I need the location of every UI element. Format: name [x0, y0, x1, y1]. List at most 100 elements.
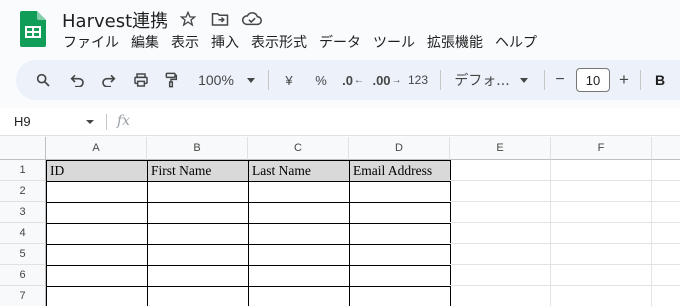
cell[interactable] [248, 265, 350, 287]
cell[interactable] [349, 202, 451, 224]
cell[interactable] [551, 202, 652, 223]
cell[interactable] [551, 244, 652, 265]
print-icon[interactable] [130, 60, 152, 100]
cell-a1[interactable]: ID [46, 160, 148, 182]
menu-help[interactable]: ヘルプ [489, 33, 543, 53]
sheets-window: Harvest連携 ファイル 編集 表示 挿入 表示形式 データ ツール 拡張機… [0, 0, 680, 306]
increase-font-size-button[interactable]: + [616, 60, 632, 100]
menu-tools[interactable]: ツール [367, 33, 421, 53]
menu-edit[interactable]: 編集 [125, 33, 165, 53]
cell[interactable] [46, 265, 148, 287]
cell[interactable] [349, 181, 451, 203]
cell[interactable] [551, 181, 652, 202]
menu-extensions[interactable]: 拡張機能 [421, 33, 489, 53]
cell[interactable] [248, 244, 350, 266]
undo-icon[interactable] [66, 60, 88, 100]
cell[interactable] [46, 286, 148, 306]
cell[interactable] [349, 286, 451, 306]
row-header[interactable]: 2 [0, 181, 46, 202]
cell[interactable] [46, 244, 148, 266]
zoom-dropdown-icon[interactable] [244, 60, 258, 100]
row-header[interactable]: 3 [0, 202, 46, 223]
select-all-corner[interactable] [0, 137, 46, 160]
currency-label: ¥ [285, 72, 293, 88]
column-header-d[interactable]: D [349, 137, 450, 160]
cell[interactable] [652, 181, 680, 202]
cell[interactable] [46, 202, 148, 224]
currency-format-button[interactable]: ¥ [280, 60, 298, 100]
cell[interactable] [147, 265, 249, 287]
cell[interactable] [450, 265, 551, 286]
column-header-f[interactable]: F [551, 137, 652, 160]
row-header[interactable]: 7 [0, 286, 46, 306]
font-size-input[interactable]: 10 [576, 68, 610, 92]
cell[interactable] [147, 244, 249, 266]
sheets-logo-icon[interactable] [20, 11, 46, 47]
increase-decimal-button[interactable]: .00 → [372, 60, 402, 100]
cell[interactable] [652, 202, 680, 223]
paint-format-icon[interactable] [160, 60, 182, 100]
cell[interactable] [147, 181, 249, 203]
column-header-b[interactable]: B [147, 137, 248, 160]
menu-file[interactable]: ファイル [57, 33, 125, 53]
font-dropdown-icon[interactable] [518, 60, 530, 100]
cell-d1[interactable]: Email Address [349, 160, 451, 182]
row-header[interactable]: 6 [0, 265, 46, 286]
cell[interactable] [147, 223, 249, 245]
cloud-saved-icon[interactable] [242, 9, 262, 29]
cell[interactable] [248, 202, 350, 224]
cell[interactable] [349, 265, 451, 287]
cell[interactable] [349, 244, 451, 266]
menu-insert[interactable]: 挿入 [205, 33, 245, 53]
cell[interactable] [652, 286, 680, 306]
cell[interactable] [652, 160, 680, 181]
zoom-select[interactable]: 100% [192, 60, 240, 100]
cell[interactable] [450, 202, 551, 223]
name-box-dropdown-icon[interactable] [86, 120, 94, 124]
cell[interactable] [450, 244, 551, 265]
cell[interactable] [551, 286, 652, 306]
menu-data[interactable]: データ [313, 33, 367, 53]
font-select[interactable]: デフォ... [452, 60, 512, 100]
more-formats-button[interactable]: 123 [406, 60, 430, 100]
column-header-a[interactable]: A [46, 137, 147, 160]
cell-b1[interactable]: First Name [147, 160, 249, 182]
cell[interactable] [349, 223, 451, 245]
cell[interactable] [46, 181, 148, 203]
cell[interactable] [248, 181, 350, 203]
cell[interactable] [46, 223, 148, 245]
cell[interactable] [551, 160, 652, 181]
cell[interactable] [652, 223, 680, 244]
cell[interactable] [652, 244, 680, 265]
document-title[interactable]: Harvest連携 [62, 7, 168, 33]
star-icon[interactable] [178, 9, 198, 29]
cell[interactable] [147, 286, 249, 306]
cell[interactable] [450, 223, 551, 244]
move-folder-icon[interactable] [210, 9, 230, 29]
row-header[interactable]: 1 [0, 160, 46, 181]
cell[interactable] [551, 265, 652, 286]
menu-view[interactable]: 表示 [165, 33, 205, 53]
cell[interactable] [652, 265, 680, 286]
column-header-e[interactable]: E [450, 137, 551, 160]
column-header-c[interactable]: C [248, 137, 349, 160]
cell[interactable] [248, 286, 350, 306]
menu-format[interactable]: 表示形式 [245, 33, 313, 53]
cell[interactable] [551, 223, 652, 244]
decrease-font-size-button[interactable]: − [552, 60, 568, 100]
cell[interactable] [450, 160, 551, 181]
name-box[interactable]: H9 [14, 114, 31, 129]
cell[interactable] [450, 181, 551, 202]
percent-format-button[interactable]: % [312, 60, 330, 100]
search-menus-icon[interactable] [32, 60, 54, 100]
row-header[interactable]: 5 [0, 244, 46, 265]
redo-icon[interactable] [98, 60, 120, 100]
bold-button[interactable]: B [652, 60, 668, 100]
column-header-g[interactable] [652, 137, 680, 160]
cell[interactable] [450, 286, 551, 306]
cell[interactable] [147, 202, 249, 224]
row-header[interactable]: 4 [0, 223, 46, 244]
cell-c1[interactable]: Last Name [248, 160, 350, 182]
cell[interactable] [248, 223, 350, 245]
decrease-decimal-button[interactable]: .0 ← [340, 60, 366, 100]
